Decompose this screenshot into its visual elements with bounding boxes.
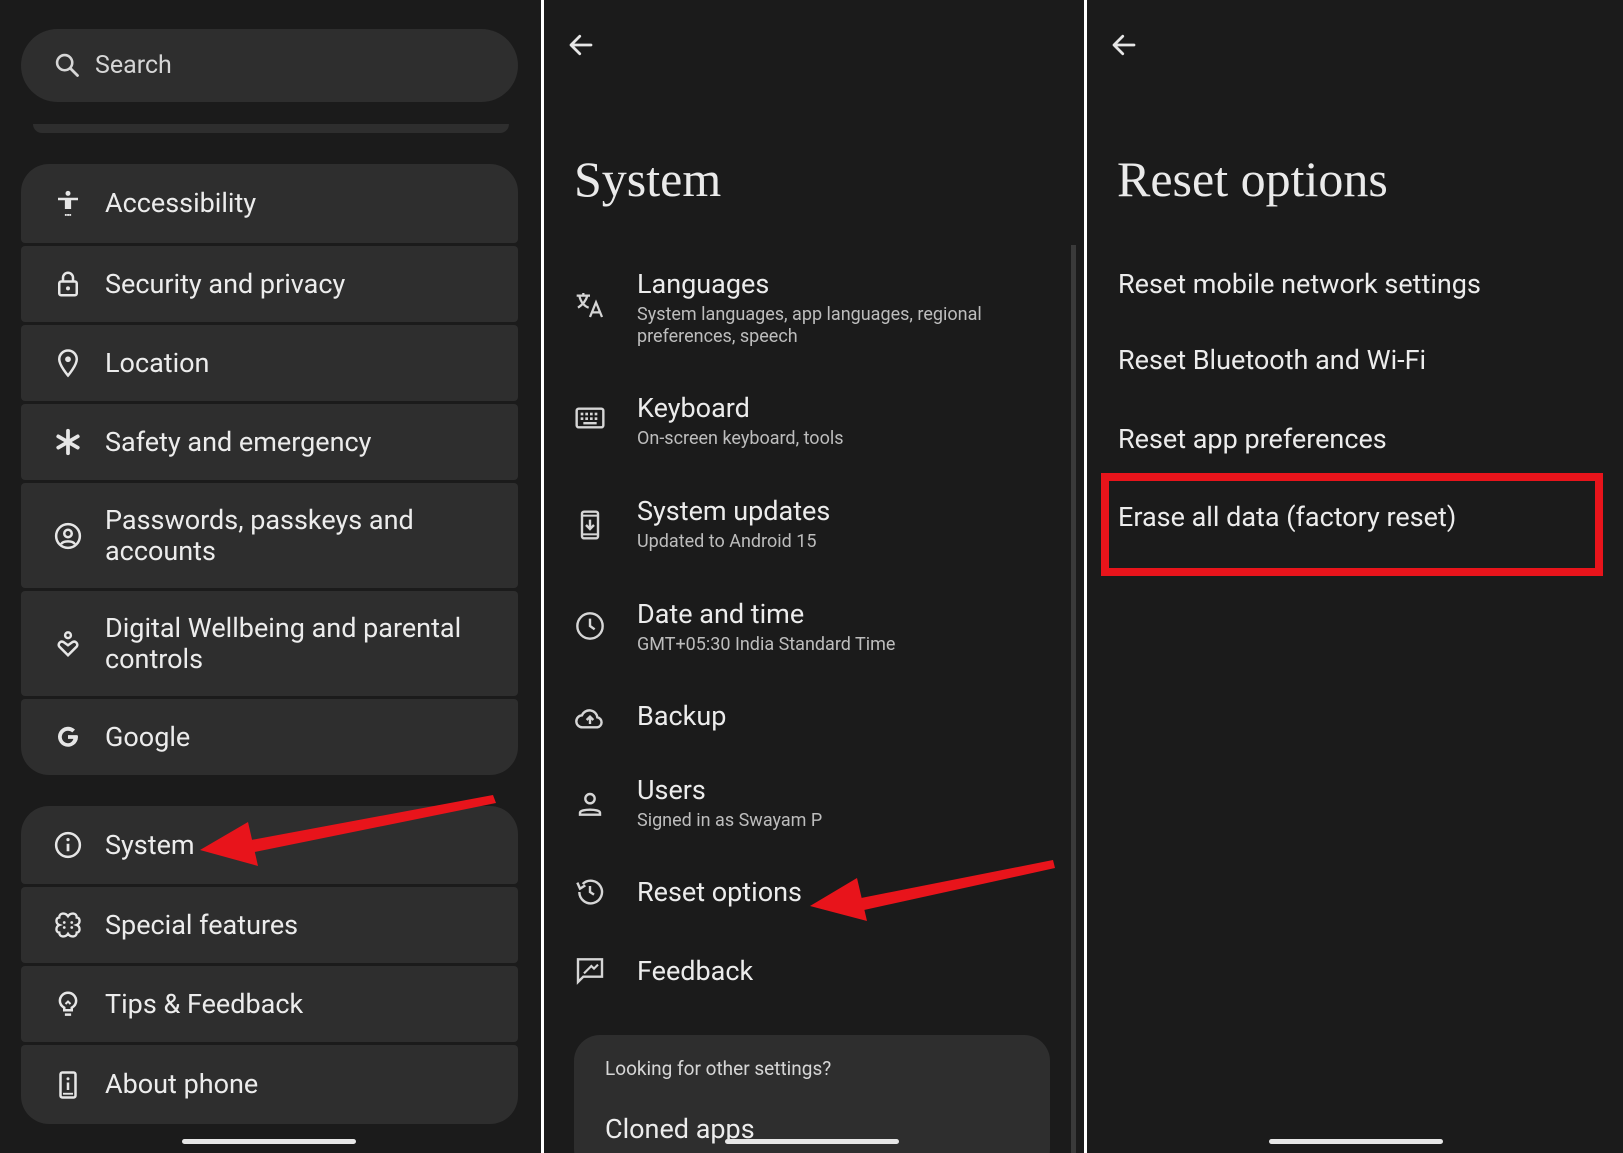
arrow-to-system — [200, 795, 496, 866]
annotation-arrows — [200, 795, 1055, 921]
arrow-to-reset-options — [810, 860, 1055, 921]
